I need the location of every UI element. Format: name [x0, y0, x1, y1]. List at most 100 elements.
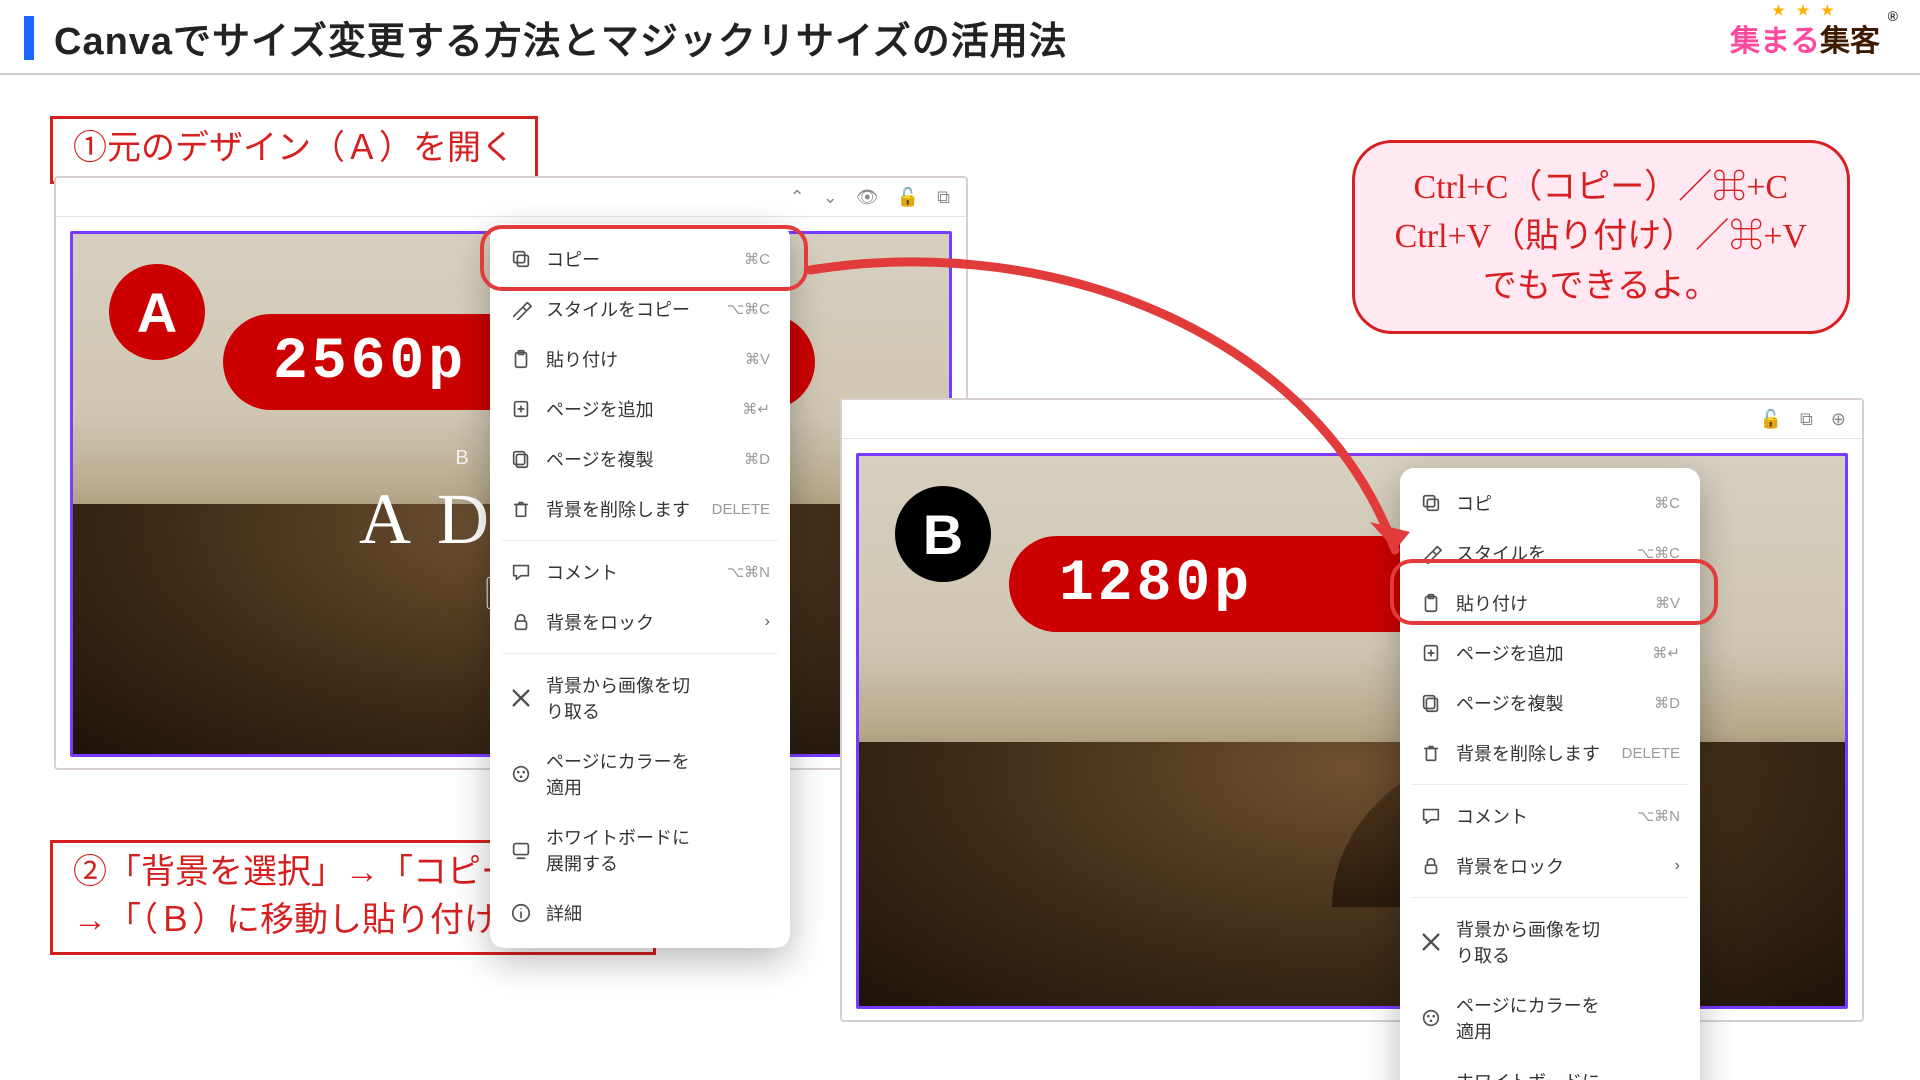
shortcut-tip-bubble: Ctrl+C（コピー）／⌘+C Ctrl+V（貼り付け）／⌘+V でもできるよ。: [1352, 140, 1850, 334]
context-menu-b: コピ⌘Cスタイルを⌥⌘C貼り付け⌘Vページを追加⌘↵ページを複製⌘D背景を削除し…: [1400, 468, 1700, 1080]
menu-item-shortcut: ⌘C: [1626, 494, 1680, 512]
info-icon: [510, 902, 532, 924]
menu-item-label: 背景から画像を切り取る: [1456, 916, 1612, 968]
menu-item-label: コピ: [1456, 490, 1612, 516]
menu-b-item-comment[interactable]: コメント⌥⌘N: [1400, 791, 1700, 841]
menu-item-label: 背景を削除します: [1456, 740, 1608, 766]
badge-a: A: [109, 264, 205, 360]
copy-icon: [510, 248, 532, 270]
menu-b-item-copy[interactable]: コピ ⌘C: [1400, 478, 1700, 528]
caret-down-icon[interactable]: ⌄: [823, 187, 838, 208]
comment-icon: [510, 561, 532, 583]
duplicate-icon[interactable]: ⧉: [1800, 409, 1813, 430]
chevron-right-icon: ›: [765, 613, 770, 631]
comment-icon: [1420, 805, 1442, 827]
caret-up-icon[interactable]: ⌃: [790, 187, 805, 208]
page-add-icon: [510, 398, 532, 420]
badge-b: B: [895, 486, 991, 582]
chevron-right-icon: ›: [1675, 857, 1680, 875]
menu-separator: [1412, 784, 1688, 785]
menu-item-label: 背景をロック: [1456, 853, 1661, 879]
tip-line2: Ctrl+V（貼り付け）／⌘+V: [1395, 212, 1807, 261]
menu-item-shortcut: DELETE: [1622, 745, 1680, 762]
step1-callout: ①元のデザイン（Ａ）を開く: [50, 116, 538, 184]
menu-b-item-page-add[interactable]: ページを追加⌘↵: [1400, 628, 1700, 678]
menu-b-item-color[interactable]: ページにカラーを適用: [1400, 980, 1700, 1056]
menu-item-label: ホワイトボードに展開する: [546, 824, 702, 876]
menu-item-shortcut: ⌘V: [716, 350, 770, 368]
menu-b-item-page-dup[interactable]: ページを複製⌘D: [1400, 678, 1700, 728]
menu-item-label: 詳細: [546, 900, 702, 926]
menu-a-item-page-add[interactable]: ページを追加⌘↵: [490, 384, 790, 434]
menu-item-label: ページを追加: [1456, 640, 1612, 666]
style-icon: [1420, 542, 1442, 564]
menu-b-item-paste[interactable]: 貼り付け ⌘V: [1400, 578, 1700, 628]
menu-item-label: ホワイトボードに展開する: [1456, 1068, 1612, 1080]
context-menu-a: コピー⌘C スタイルをコピー ⌥⌘C 貼り付け ⌘V ページを追加⌘↵ ページを複製 ⌘D 背景…: [490, 224, 790, 948]
design-b-screenshot: 🔓 ⧉ ⊕ B 1280p x: [840, 398, 1864, 1022]
lock-icon: [510, 611, 532, 633]
logo-text-2: 集客: [1820, 25, 1880, 58]
menu-a-item-copy[interactable]: コピー⌘C: [490, 234, 790, 284]
registered-mark-icon: ®: [1888, 8, 1898, 24]
detach-icon: [1420, 931, 1442, 953]
menu-item-label: ページを複製: [546, 446, 702, 472]
menu-item-shortcut: ⌘D: [716, 450, 770, 468]
paste-icon: [510, 348, 532, 370]
menu-a-item-color[interactable]: ページにカラーを適用: [490, 736, 790, 812]
menu-separator: [1412, 897, 1688, 898]
page-dup-icon: [1420, 692, 1442, 714]
color-icon: [1420, 1007, 1442, 1029]
menu-item-label: 貼り付け: [1456, 590, 1612, 616]
menu-a-item-lock[interactable]: 背景をロック ›: [490, 597, 790, 647]
lock-icon[interactable]: 🔓: [897, 187, 919, 208]
menu-item-label: 貼り付け: [546, 346, 702, 372]
menu-a-item-paste[interactable]: 貼り付け ⌘V: [490, 334, 790, 384]
menu-b-item-whiteboard[interactable]: ホワイトボードに展開する: [1400, 1056, 1700, 1080]
menu-item-label: ページを追加: [546, 396, 702, 422]
menu-item-label: 背景を削除します: [546, 496, 698, 522]
detach-icon: [510, 687, 532, 709]
logo-text-1: 集まる: [1730, 25, 1820, 58]
lock-icon: [1420, 855, 1442, 877]
menu-b-item-style[interactable]: スタイルを⌥⌘C: [1400, 528, 1700, 578]
lock-icon[interactable]: 🔓: [1760, 409, 1782, 430]
menu-separator: [502, 653, 778, 654]
copy-icon: [1420, 492, 1442, 514]
menu-a-item-detach[interactable]: 背景から画像を切り取る: [490, 660, 790, 736]
add-page-icon[interactable]: ⊕: [1831, 409, 1846, 430]
canvas-toolbar-b: 🔓 ⧉ ⊕: [842, 400, 1862, 439]
menu-a-item-trash[interactable]: 背景を削除します DELETE: [490, 484, 790, 534]
menu-item-shortcut: ⌘C: [716, 250, 770, 268]
page-add-icon: [1420, 642, 1442, 664]
menu-item-shortcut: ⌘V: [1626, 594, 1680, 612]
menu-item-label: ページにカラーを適用: [1456, 992, 1612, 1044]
menu-b-item-trash[interactable]: 背景を削除します DELETE: [1400, 728, 1700, 778]
title-row: Canvaでサイズ変更する方法とマジックリサイズの活用法: [24, 10, 1068, 65]
menu-a-item-info[interactable]: 詳細: [490, 888, 790, 938]
menu-a-item-comment[interactable]: コメント⌥⌘N: [490, 547, 790, 597]
menu-item-shortcut: ⌘D: [1626, 694, 1680, 712]
menu-a-item-style[interactable]: スタイルをコピー ⌥⌘C: [490, 284, 790, 334]
menu-b-item-detach[interactable]: 背景から画像を切り取る: [1400, 904, 1700, 980]
logo-stars-icon: ★ ★ ★: [1730, 2, 1880, 19]
eye-icon[interactable]: 👁: [856, 187, 879, 208]
menu-b-item-lock[interactable]: 背景をロック ›: [1400, 841, 1700, 891]
trash-icon: [1420, 742, 1442, 764]
menu-item-shortcut: ⌥⌘C: [1626, 544, 1680, 562]
page-title: Canvaでサイズ変更する方法とマジックリサイズの活用法: [54, 10, 1068, 65]
dim-b-main: 1280p: [1059, 552, 1253, 617]
menu-item-shortcut: DELETE: [712, 501, 770, 518]
menu-item-label: スタイルをコピー: [546, 296, 702, 322]
menu-item-label: 背景から画像を切り取る: [546, 672, 702, 724]
menu-a-item-whiteboard[interactable]: ホワイトボードに展開する: [490, 812, 790, 888]
duplicate-icon[interactable]: ⧉: [937, 187, 950, 208]
menu-item-label: コメント: [1456, 803, 1612, 829]
menu-item-label: 背景をロック: [546, 609, 751, 635]
menu-item-shortcut: ⌥⌘N: [716, 563, 770, 581]
page-dup-icon: [510, 448, 532, 470]
menu-item-shortcut: ⌥⌘C: [716, 300, 770, 318]
menu-item-label: ページにカラーを適用: [546, 748, 702, 800]
paste-icon: [1420, 592, 1442, 614]
menu-a-item-page-dup[interactable]: ページを複製 ⌘D: [490, 434, 790, 484]
